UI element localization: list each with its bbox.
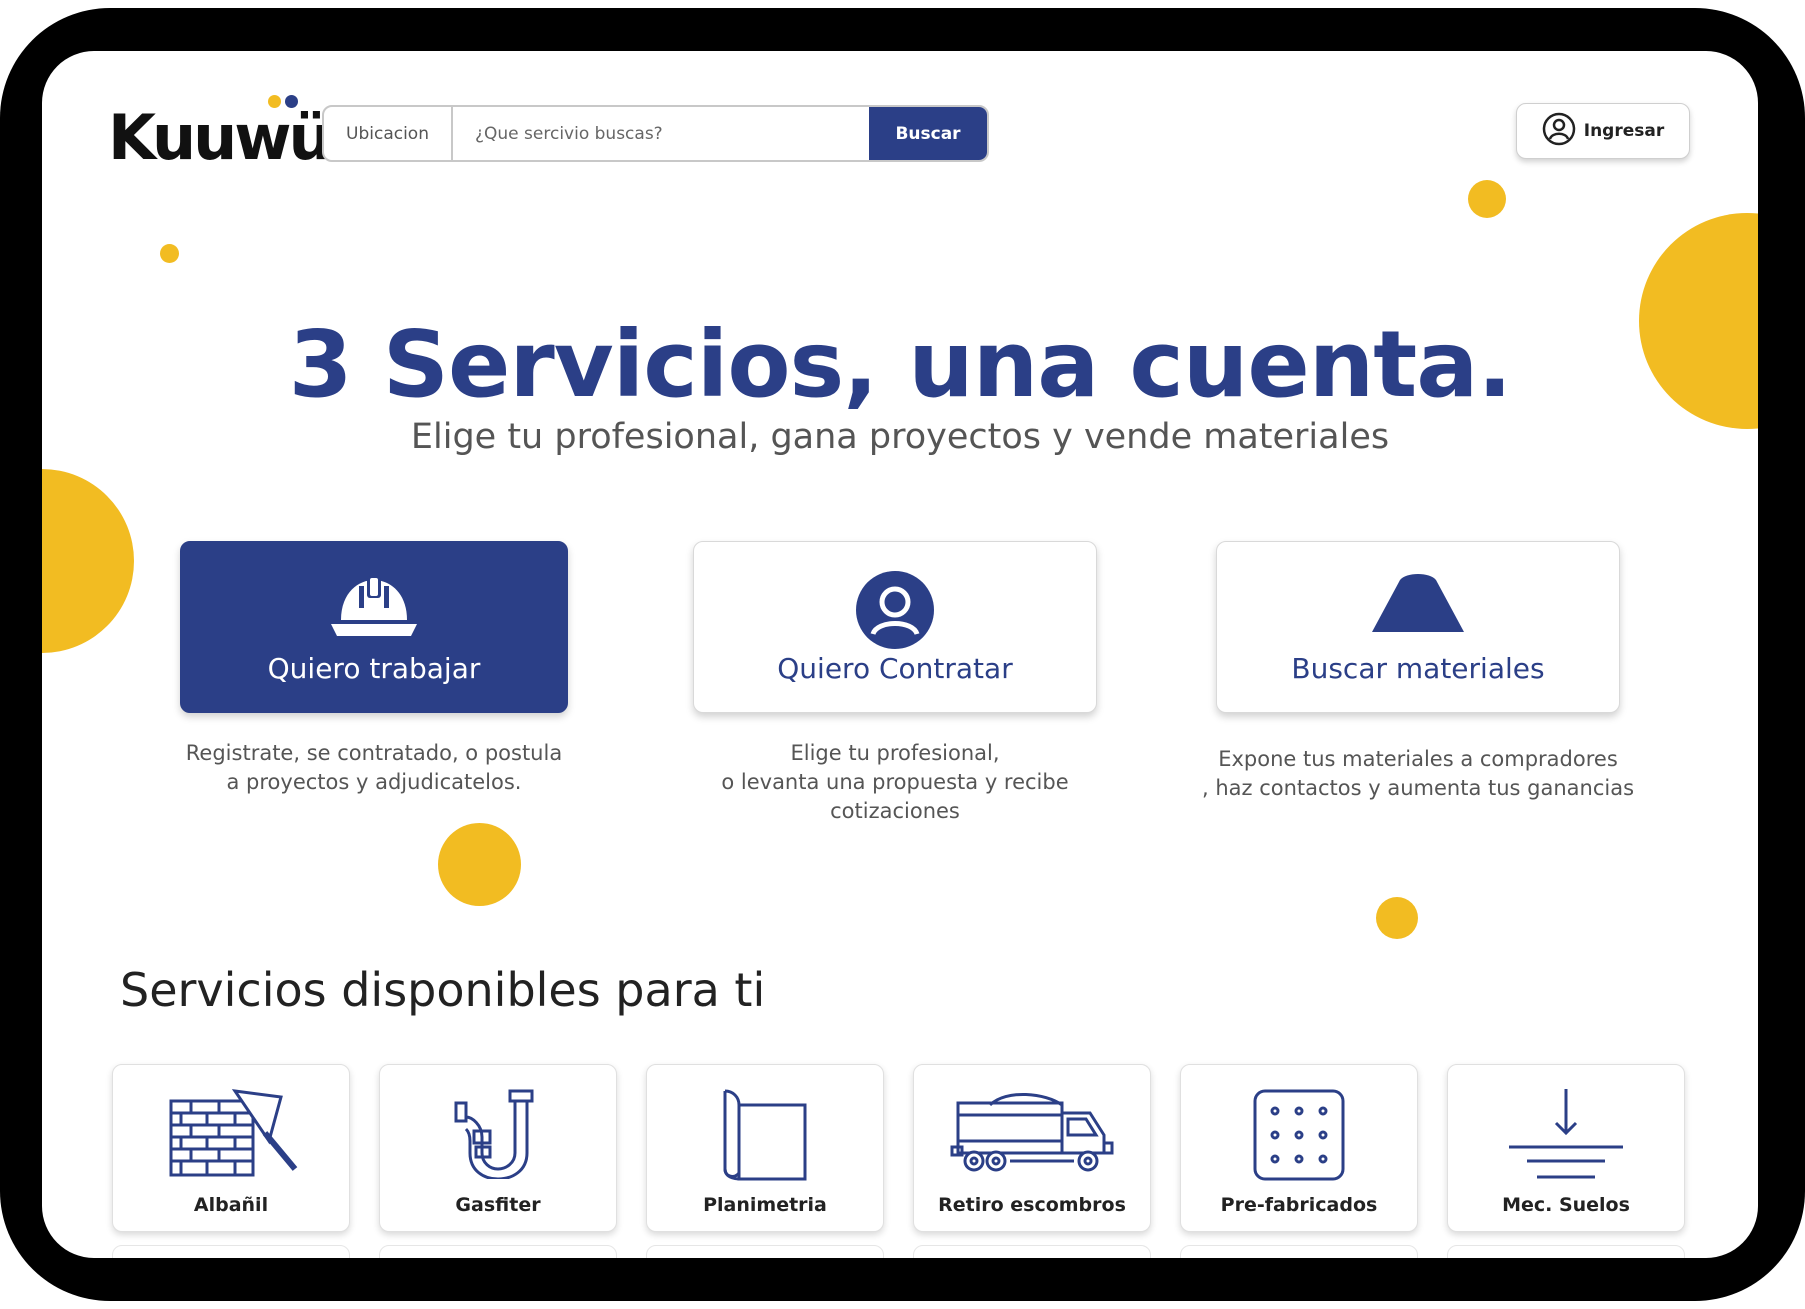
service-card-next-row [112,1245,350,1258]
pipe-icon [448,1087,548,1183]
service-card-next-row [1180,1245,1418,1258]
option-description: Registrate, se contratado, o postula a p… [185,741,563,794]
decor-dot [160,244,179,263]
service-card-mec-suelos[interactable]: Mec. Suelos [1447,1064,1685,1232]
services-title: Servicios disponibles para ti [120,963,766,1017]
search-bar: Ubicacion Buscar [322,105,989,162]
user-circle-icon [855,570,935,654]
dump-truck-icon [950,1087,1114,1179]
service-card-gasfiter[interactable]: Gasfiter [379,1064,617,1232]
service-card-retiro-escombros[interactable]: Retiro escombros [913,1064,1151,1232]
logo-dot-yellow [268,95,281,108]
option-card-work[interactable]: Quiero trabajar [180,541,568,713]
service-card-next-row [646,1245,884,1258]
service-label: Mec. Suelos [1502,1194,1630,1216]
decor-dot [1468,180,1506,218]
screen: Kuuwü Ubicacion Buscar Ingresar 3 Servic… [42,51,1758,1258]
service-label: Gasfiter [455,1194,541,1216]
hero-title: 3 Servicios, una cuenta. [288,311,1513,418]
user-circle-icon [1542,112,1576,151]
option-card-hire[interactable]: Quiero Contratar [693,541,1097,713]
search-input[interactable] [453,107,869,160]
service-card-albanil[interactable]: Albañil [112,1064,350,1232]
service-card-next-row [1447,1245,1685,1258]
service-label: Planimetria [703,1194,827,1216]
search-button[interactable]: Buscar [869,107,987,160]
blueprint-icon [715,1087,815,1187]
decor-dot [438,823,521,906]
service-label: Retiro escombros [938,1194,1126,1216]
option-label: Quiero Contratar [777,652,1013,685]
login-button[interactable]: Ingresar [1516,103,1690,159]
service-card-planimetria[interactable]: Planimetria [646,1064,884,1232]
brick-wall-trowel-icon [161,1087,301,1183]
service-card-next-row [913,1245,1151,1258]
logo[interactable]: Kuuwü [108,95,333,187]
logo-text: Kuuwü [108,101,333,174]
service-card-pre-fabricados[interactable]: Pre-fabricados [1180,1064,1418,1232]
option-label: Quiero trabajar [267,652,481,685]
decor-circle [42,469,134,653]
hard-hat-icon [329,570,419,646]
option-label: Buscar materiales [1291,652,1545,685]
option-description: Elige tu profesional, o levanta una prop… [721,741,1069,823]
option-description: Expone tus materiales a compradores , ha… [1201,747,1635,800]
login-label: Ingresar [1583,121,1665,141]
service-card-next-row [379,1245,617,1258]
hero-subtitle: Elige tu profesional, gana proyectos y v… [410,417,1390,457]
soil-mechanics-icon [1507,1087,1625,1187]
option-card-materials[interactable]: Buscar materiales [1216,541,1620,713]
service-label: Pre-fabricados [1220,1194,1378,1216]
material-pile-icon [1370,570,1466,638]
location-selector[interactable]: Ubicacion [324,107,453,160]
decor-dot [1376,897,1418,939]
precast-panel-icon [1251,1087,1347,1187]
device-frame: Kuuwü Ubicacion Buscar Ingresar 3 Servic… [0,8,1805,1301]
logo-dot-blue [285,95,298,108]
service-label: Albañil [193,1194,269,1216]
